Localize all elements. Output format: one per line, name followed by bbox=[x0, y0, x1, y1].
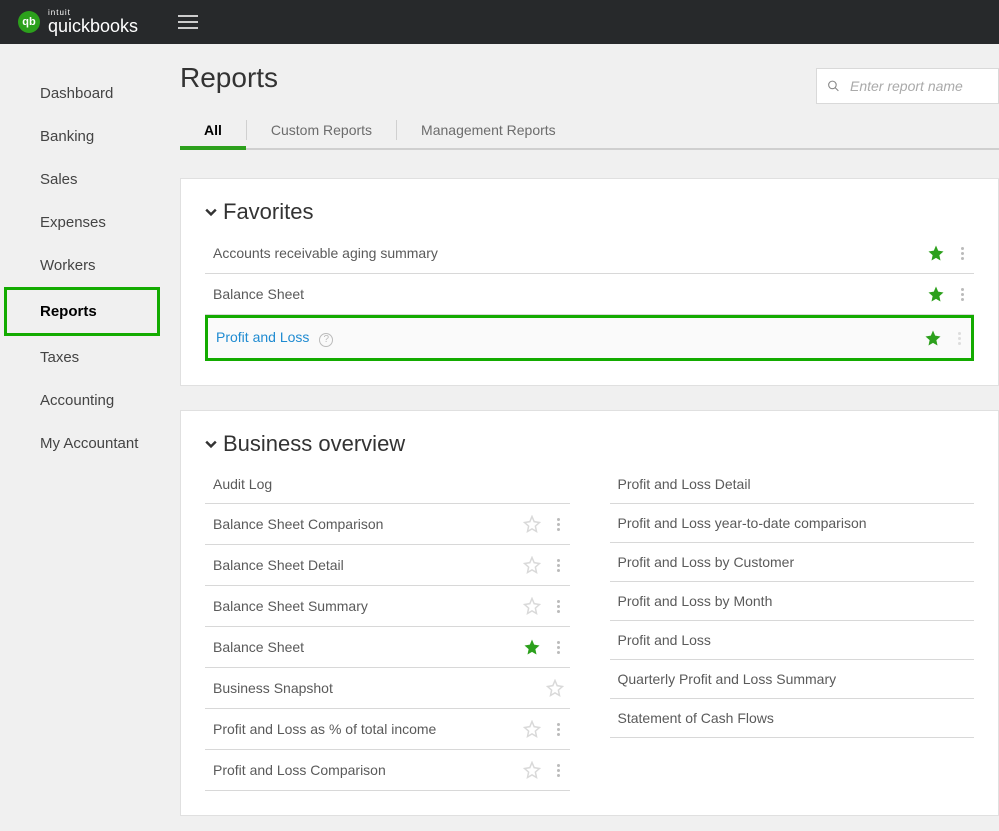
more-options-icon[interactable] bbox=[954, 332, 965, 345]
more-options-icon[interactable] bbox=[553, 518, 564, 531]
star-icon[interactable] bbox=[523, 597, 541, 615]
overview-title: Business overview bbox=[223, 431, 405, 457]
report-row: Business Snapshot bbox=[205, 668, 570, 709]
overview-column-right: Profit and Loss Detail Profit and Loss y… bbox=[610, 465, 975, 791]
hamburger-menu-icon[interactable] bbox=[178, 15, 198, 29]
more-options-icon[interactable] bbox=[553, 600, 564, 613]
report-row: Profit and Loss by Month bbox=[610, 582, 975, 621]
more-options-icon[interactable] bbox=[553, 559, 564, 572]
report-link[interactable]: Balance Sheet Detail bbox=[213, 557, 523, 573]
report-row: Statement of Cash Flows bbox=[610, 699, 975, 738]
report-link[interactable]: Profit and Loss bbox=[618, 632, 969, 648]
report-row: Profit and Loss by Customer bbox=[610, 543, 975, 582]
report-row: Accounts receivable aging summary bbox=[205, 233, 974, 274]
report-row: Balance Sheet Comparison bbox=[205, 504, 570, 545]
report-row: Profit and Loss bbox=[610, 621, 975, 660]
overview-column-left: Audit Log Balance Sheet Comparison Balan… bbox=[205, 465, 570, 791]
sidebar-item-accounting[interactable]: Accounting bbox=[0, 379, 160, 422]
sidebar-item-taxes[interactable]: Taxes bbox=[0, 336, 160, 379]
sidebar-item-workers[interactable]: Workers bbox=[0, 244, 160, 287]
star-icon[interactable] bbox=[523, 556, 541, 574]
report-link[interactable]: Business Snapshot bbox=[213, 680, 546, 696]
sidebar-item-banking[interactable]: Banking bbox=[0, 115, 160, 158]
report-link[interactable]: Statement of Cash Flows bbox=[618, 710, 969, 726]
report-row: Balance Sheet bbox=[205, 274, 974, 315]
top-bar: qb intuit quickbooks bbox=[0, 0, 999, 44]
tab-management-reports[interactable]: Management Reports bbox=[397, 112, 580, 148]
report-link[interactable]: Balance Sheet Summary bbox=[213, 598, 523, 614]
more-options-icon[interactable] bbox=[553, 764, 564, 777]
report-link[interactable]: Balance Sheet bbox=[213, 639, 523, 655]
report-row: Audit Log bbox=[205, 465, 570, 504]
app-body: Dashboard Banking Sales Expenses Workers… bbox=[0, 44, 999, 831]
report-tabs: All Custom Reports Management Reports bbox=[180, 112, 999, 150]
sidebar-item-sales[interactable]: Sales bbox=[0, 158, 160, 201]
report-row: Quarterly Profit and Loss Summary bbox=[610, 660, 975, 699]
more-options-icon[interactable] bbox=[553, 723, 564, 736]
favorites-header[interactable]: Favorites bbox=[205, 199, 974, 225]
star-icon[interactable] bbox=[523, 720, 541, 738]
star-icon[interactable] bbox=[523, 638, 541, 656]
help-icon[interactable]: ? bbox=[319, 333, 333, 347]
report-row: Profit and Loss Comparison bbox=[205, 750, 570, 791]
report-link[interactable]: Balance Sheet bbox=[213, 286, 927, 302]
search-input[interactable] bbox=[848, 77, 988, 95]
report-link[interactable]: Profit and Loss as % of total income bbox=[213, 721, 523, 737]
report-link[interactable]: Profit and Loss Comparison bbox=[213, 762, 523, 778]
overview-columns: Audit Log Balance Sheet Comparison Balan… bbox=[205, 465, 974, 791]
brand-logo[interactable]: qb intuit quickbooks bbox=[18, 9, 138, 35]
report-row-highlighted: Profit and Loss ? bbox=[205, 315, 974, 361]
report-row: Profit and Loss year-to-date comparison bbox=[610, 504, 975, 543]
sidebar-item-expenses[interactable]: Expenses bbox=[0, 201, 160, 244]
star-icon[interactable] bbox=[927, 285, 945, 303]
report-link[interactable]: Profit and Loss ? bbox=[216, 329, 924, 347]
search-icon bbox=[827, 78, 840, 94]
star-icon[interactable] bbox=[924, 329, 942, 347]
sidebar-item-my-accountant[interactable]: My Accountant bbox=[0, 422, 160, 465]
overview-panel: Business overview Audit Log Balance Shee… bbox=[180, 410, 999, 816]
report-row: Profit and Loss as % of total income bbox=[205, 709, 570, 750]
report-row: Balance Sheet Summary bbox=[205, 586, 570, 627]
report-link[interactable]: Profit and Loss year-to-date comparison bbox=[618, 515, 969, 531]
report-link[interactable]: Accounts receivable aging summary bbox=[213, 245, 927, 261]
caret-down-icon bbox=[205, 438, 217, 450]
report-link[interactable]: Balance Sheet Comparison bbox=[213, 516, 523, 532]
brand-badge-icon: qb bbox=[18, 11, 40, 33]
brand-text: intuit quickbooks bbox=[48, 9, 138, 35]
brand-title: quickbooks bbox=[48, 17, 138, 35]
report-row: Balance Sheet Detail bbox=[205, 545, 570, 586]
sidebar-item-dashboard[interactable]: Dashboard bbox=[0, 72, 160, 115]
caret-down-icon bbox=[205, 206, 217, 218]
more-options-icon[interactable] bbox=[957, 247, 968, 260]
tab-custom-reports[interactable]: Custom Reports bbox=[247, 112, 396, 148]
star-icon[interactable] bbox=[523, 515, 541, 533]
star-icon[interactable] bbox=[523, 761, 541, 779]
report-link[interactable]: Profit and Loss by Customer bbox=[618, 554, 969, 570]
main-content: Reports All Custom Reports Management Re… bbox=[160, 44, 999, 831]
sidebar-item-reports[interactable]: Reports bbox=[4, 287, 160, 336]
tab-all[interactable]: All bbox=[180, 112, 246, 148]
report-search[interactable] bbox=[816, 68, 999, 104]
star-icon[interactable] bbox=[546, 679, 564, 697]
favorites-title: Favorites bbox=[223, 199, 313, 225]
star-icon[interactable] bbox=[927, 244, 945, 262]
report-link[interactable]: Quarterly Profit and Loss Summary bbox=[618, 671, 969, 687]
report-link[interactable]: Profit and Loss by Month bbox=[618, 593, 969, 609]
favorites-panel: Favorites Accounts receivable aging summ… bbox=[180, 178, 999, 386]
overview-header[interactable]: Business overview bbox=[205, 431, 974, 457]
more-options-icon[interactable] bbox=[553, 641, 564, 654]
report-row: Profit and Loss Detail bbox=[610, 465, 975, 504]
sidebar-nav: Dashboard Banking Sales Expenses Workers… bbox=[0, 44, 160, 831]
report-row: Balance Sheet bbox=[205, 627, 570, 668]
more-options-icon[interactable] bbox=[957, 288, 968, 301]
report-link[interactable]: Audit Log bbox=[213, 476, 564, 492]
report-link[interactable]: Profit and Loss Detail bbox=[618, 476, 969, 492]
